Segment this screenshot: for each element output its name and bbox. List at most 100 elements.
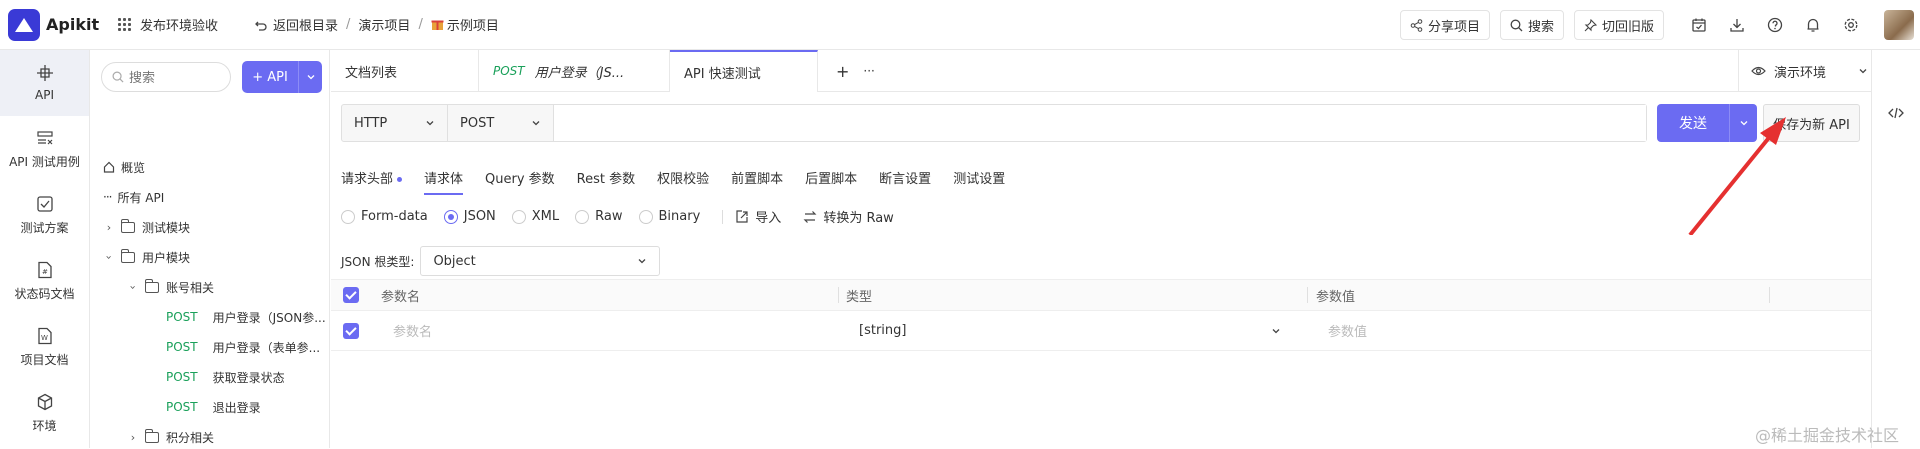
method-badge: POST	[166, 400, 198, 414]
search-button[interactable]: 搜索	[1499, 10, 1564, 40]
radio-raw[interactable]: Raw	[575, 209, 623, 224]
radio-label: Raw	[595, 209, 623, 224]
subtab-body[interactable]: 请求体	[424, 168, 464, 195]
convert-icon	[803, 210, 817, 223]
subtab-post-script[interactable]: 后置脚本	[805, 168, 857, 195]
search-icon	[112, 71, 124, 83]
param-type-select[interactable]: [string]	[859, 323, 906, 338]
method-value: POST	[460, 115, 495, 131]
annotation-arrow	[1688, 117, 1786, 235]
params-table: 参数名 类型 参数值 参数名 [string] 参数值	[331, 279, 1871, 351]
import-button[interactable]: 导入	[735, 207, 781, 226]
new-tab-button[interactable]: +	[818, 50, 849, 92]
plus-icon: +	[836, 61, 850, 81]
folder-icon	[145, 428, 159, 443]
subtab-rest[interactable]: Rest 参数	[577, 168, 635, 195]
tree-all-api[interactable]: ··· 所有 API	[103, 185, 164, 209]
subtab-assertions[interactable]: 断言设置	[879, 168, 931, 195]
radio-label: Form-data	[361, 209, 428, 224]
radio-form-data[interactable]: Form-data	[341, 209, 428, 224]
subtab-label: 测试设置	[953, 172, 1006, 187]
root-type-label: JSON 根类型:	[341, 254, 415, 269]
breadcrumb-separator: /	[346, 17, 351, 32]
nav-label: 测试方案	[20, 220, 69, 235]
radio-xml[interactable]: XML	[511, 209, 560, 224]
url-input[interactable]	[554, 105, 1646, 141]
convert-label: 转换为 Raw	[823, 211, 894, 226]
folder-label: 账号相关	[166, 280, 215, 295]
gear-icon[interactable]	[1839, 13, 1863, 37]
more-tabs-button[interactable]: ···	[849, 50, 874, 92]
convert-to-raw-button[interactable]: 转换为 Raw	[803, 207, 894, 226]
tree-api-item[interactable]: POST 用户登录（JSON参...	[166, 305, 326, 329]
nav-item-status-doc[interactable]: # 状态码文档	[0, 248, 89, 314]
main-panel: 文档列表 POST 用户登录（JS... API 快速测试 + ··· 演示环境…	[331, 50, 1871, 448]
root-type-value: Object	[433, 253, 476, 269]
radio-binary[interactable]: Binary	[638, 209, 701, 224]
breadcrumb-sample-project[interactable]: 示例项目	[431, 15, 499, 34]
radio-circle	[638, 209, 653, 224]
tab-method-badge: POST	[493, 64, 525, 78]
home-icon	[103, 161, 115, 173]
subtab-auth[interactable]: 权限校验	[657, 168, 709, 195]
add-api-button[interactable]: + API	[242, 61, 322, 93]
import-icon	[736, 209, 748, 223]
tree-api-item[interactable]: POST 用户登录（表单参...	[166, 335, 320, 359]
method-badge: POST	[166, 340, 198, 354]
nav-item-environment[interactable]: 环境	[0, 380, 89, 446]
tree-search[interactable]	[101, 62, 231, 92]
chevron-down-icon	[307, 75, 314, 80]
tree-api-item[interactable]: POST 获取登录状态	[166, 365, 285, 389]
param-name-input[interactable]: 参数名	[393, 321, 432, 340]
radio-label: Binary	[658, 209, 701, 224]
nav-item-project-doc[interactable]: W 项目文档	[0, 314, 89, 380]
subtab-pre-script[interactable]: 前置脚本	[731, 168, 783, 195]
param-value-input[interactable]: 参数值	[1328, 321, 1367, 340]
row-checkbox[interactable]	[343, 322, 359, 339]
subtab-test-settings[interactable]: 测试设置	[953, 168, 1005, 195]
workspace-switcher[interactable]: 发布环境验收	[118, 15, 218, 34]
nav-item-test-plan[interactable]: 测试方案	[0, 182, 89, 248]
download-icon[interactable]	[1725, 13, 1749, 37]
tree-overview[interactable]: 概览	[103, 155, 145, 179]
user-avatar[interactable]	[1884, 10, 1914, 40]
subtab-query[interactable]: Query 参数	[485, 168, 555, 195]
tree-api-item[interactable]: POST 退出登录	[166, 395, 261, 419]
subtab-headers[interactable]: 请求头部	[341, 168, 403, 195]
protocol-select[interactable]: HTTP	[342, 105, 448, 141]
tree-folder-account[interactable]: › 账号相关	[127, 275, 214, 299]
test-case-icon	[36, 130, 53, 144]
share-project-button[interactable]: 分享项目	[1399, 10, 1490, 40]
column-divider	[1769, 287, 1770, 303]
body-type-options: Form-data JSON XML Raw Binary 导入 转换为 Raw	[341, 207, 916, 226]
app-logo[interactable]: Apikit	[8, 8, 104, 41]
nav-item-api[interactable]: API	[0, 50, 89, 116]
chevron-down-icon	[1272, 328, 1280, 333]
root-type-select[interactable]: Object	[420, 246, 661, 276]
switch-old-version-button[interactable]: 切回旧版	[1573, 10, 1664, 40]
grid-icon	[118, 17, 132, 32]
tree-folder-test-module[interactable]: › 测试模块	[103, 215, 190, 239]
help-icon[interactable]	[1763, 13, 1787, 37]
radio-label: XML	[531, 209, 560, 224]
tree-folder-points[interactable]: › 积分相关	[127, 425, 214, 449]
radio-json[interactable]: JSON	[443, 209, 496, 224]
tab-doc-list[interactable]: 文档列表	[331, 50, 479, 92]
code-view-button[interactable]	[1888, 106, 1904, 124]
breadcrumb-demo-project[interactable]: 演示项目	[358, 15, 410, 34]
nav-label: 状态码文档	[14, 286, 75, 301]
tree-search-input[interactable]	[129, 69, 209, 85]
back-root-button[interactable]: 返回根目录	[254, 15, 338, 34]
tree-folder-user-module[interactable]: › 用户模块	[103, 245, 190, 269]
nav-item-api-test-case[interactable]: API 测试用例	[0, 116, 89, 182]
select-all-checkbox[interactable]	[343, 287, 359, 303]
add-api-dropdown[interactable]	[298, 61, 322, 93]
calendar-icon[interactable]	[1687, 13, 1711, 37]
tab-user-login[interactable]: POST 用户登录（JS...	[479, 50, 670, 92]
bell-icon[interactable]	[1801, 13, 1825, 37]
environment-select[interactable]: 演示环境	[1738, 50, 1871, 92]
left-nav: API API 测试用例 测试方案 # 状态码文档 W 项目文档 环境	[0, 50, 90, 448]
tab-api-quick-test[interactable]: API 快速测试	[670, 50, 818, 92]
method-select[interactable]: POST	[448, 105, 554, 141]
chevron-down-icon	[638, 259, 646, 264]
